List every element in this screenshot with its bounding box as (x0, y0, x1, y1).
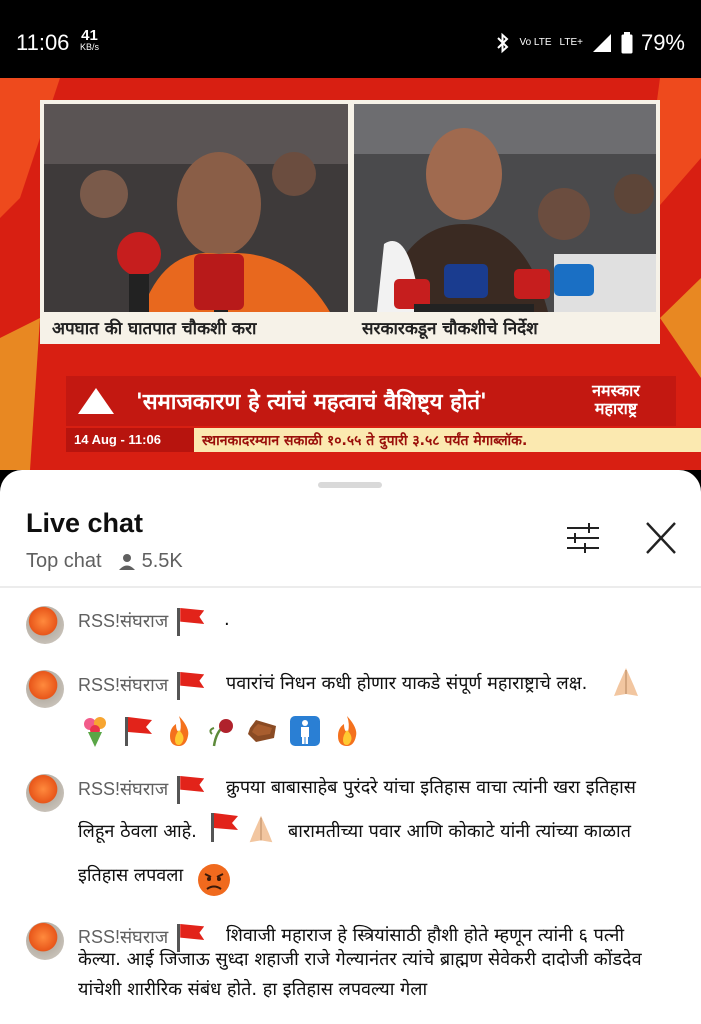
red-flag-icon (211, 813, 238, 842)
scene-left (44, 104, 348, 340)
chat-message[interactable]: RSS!संघराज शिवाजी महाराज हे स्त्रियांसाठ… (0, 922, 701, 1022)
caption-right: सरकारकडून चौकशीचे निर्देश (354, 312, 656, 340)
abp-logo-icon (78, 388, 114, 414)
folded-hands-icon (614, 668, 638, 696)
ticker-time: 14 Aug - 11:06 (66, 428, 194, 452)
message-text-line2a: लिहून ठेवला आहे. (78, 821, 197, 842)
chat-messages: RSS!संघराज . RSS!संघराज पवारांचं निधन कध… (0, 588, 701, 1024)
network-speed: 41 KB/s (80, 27, 100, 52)
message-text: . (224, 609, 230, 630)
chat-mode-selector[interactable]: Top chat (26, 550, 102, 573)
fire-icon (338, 716, 357, 746)
chat-message[interactable]: RSS!संघराज . (0, 606, 701, 654)
red-flag-icon (174, 670, 205, 700)
wilted-flower-icon (209, 719, 233, 747)
lte-indicator: LTE+ (559, 37, 583, 48)
author-name[interactable]: RSS!संघराज (78, 606, 205, 636)
message-text-line3: इतिहास लपवला (78, 865, 184, 886)
avatar[interactable] (26, 670, 64, 708)
video-frame-right: सरकारकडून चौकशीचे निर्देश (350, 100, 660, 344)
video-frame-left: अपघात की घातपात चौकशी करा (40, 100, 352, 344)
viewer-count: 5.5K (118, 550, 183, 573)
volte-indicator: Vo LTE (519, 37, 552, 48)
bluetooth-icon (497, 32, 509, 54)
news-ticker: 14 Aug - 11:06 स्थानकादरम्यान सकाळी १०.५… (66, 428, 701, 452)
chat-title: Live chat (26, 508, 144, 538)
fire-icon (170, 716, 189, 746)
avatar[interactable] (26, 922, 64, 960)
author-name[interactable]: RSS!संघराज (78, 670, 205, 700)
angry-face-icon (198, 864, 230, 896)
signal-icon (592, 34, 611, 52)
video-player[interactable]: अपघात की घातपात चौकशी करा सरकारकडून चौकश… (0, 78, 701, 470)
bouquet-icon (84, 717, 106, 747)
person-icon (118, 553, 135, 570)
status-time: 11:06 (16, 30, 70, 55)
live-chat-panel: Live chat Top chat 5.5K RSS!संघराज . RSS… (0, 470, 701, 1024)
close-icon[interactable] (640, 518, 682, 558)
message-text-line2b: बारामतीच्या पवार आणि कोकाटे यांनी त्यांच… (288, 821, 631, 842)
channel-logo (66, 376, 126, 426)
chat-subheader: Top chat 5.5K (26, 550, 183, 573)
ticker-text: स्थानकादरम्यान सकाळी १०.५५ ते दुपारी ३.५… (202, 433, 528, 449)
show-brand: नमस्कार महाराष्ट्र (556, 376, 676, 426)
message-text-line1: क्रुपया बाबासाहेब पुरंदरे यांचा इतिहास व… (226, 777, 636, 798)
headline-text: 'समाजकारण हे त्यांचं महत्वाचं वैशिष्ट्य … (126, 376, 556, 426)
battery-percent: 79% (640, 30, 685, 55)
avatar[interactable] (26, 606, 64, 644)
message-text: पवारांचं निधन कधी होणार याकडे संपूर्ण मह… (226, 673, 588, 694)
message-text-line3: यांचेशी शारीरिक संबंध होते. हा इतिहास लप… (78, 979, 428, 1000)
chat-message[interactable]: RSS!संघराज क्रुपया बाबासाहेब पुरंदरे यां… (0, 774, 701, 912)
status-icons: Vo LTE LTE+ 79% (495, 30, 685, 56)
sliders-icon[interactable] (563, 520, 603, 556)
red-flag-icon (125, 717, 152, 746)
red-flag-icon (174, 774, 205, 804)
drag-handle[interactable] (318, 482, 382, 488)
coffin-icon (248, 720, 276, 742)
restroom-icon (290, 716, 320, 746)
status-bar: 11:06 41 KB/s Vo LTE LTE+ 79% (0, 0, 701, 78)
author-name[interactable]: RSS!संघराज (78, 774, 205, 804)
avatar[interactable] (26, 774, 64, 812)
chat-message[interactable]: RSS!संघराज पवारांचं निधन कधी होणार याकडे… (0, 668, 701, 770)
headline-bar: 'समाजकारण हे त्यांचं महत्वाचं वैशिष्ट्य … (0, 376, 701, 426)
emoji-row (78, 714, 364, 748)
red-flag-icon (174, 606, 205, 636)
scene-right (354, 104, 656, 340)
battery-icon (621, 32, 633, 54)
folded-hands-icon (249, 815, 273, 843)
caption-left: अपघात की घातपात चौकशी करा (44, 312, 348, 340)
message-text-line2: केल्या. आई जिजाऊ सुध्दा शहाजी राजे गेल्य… (78, 949, 642, 970)
